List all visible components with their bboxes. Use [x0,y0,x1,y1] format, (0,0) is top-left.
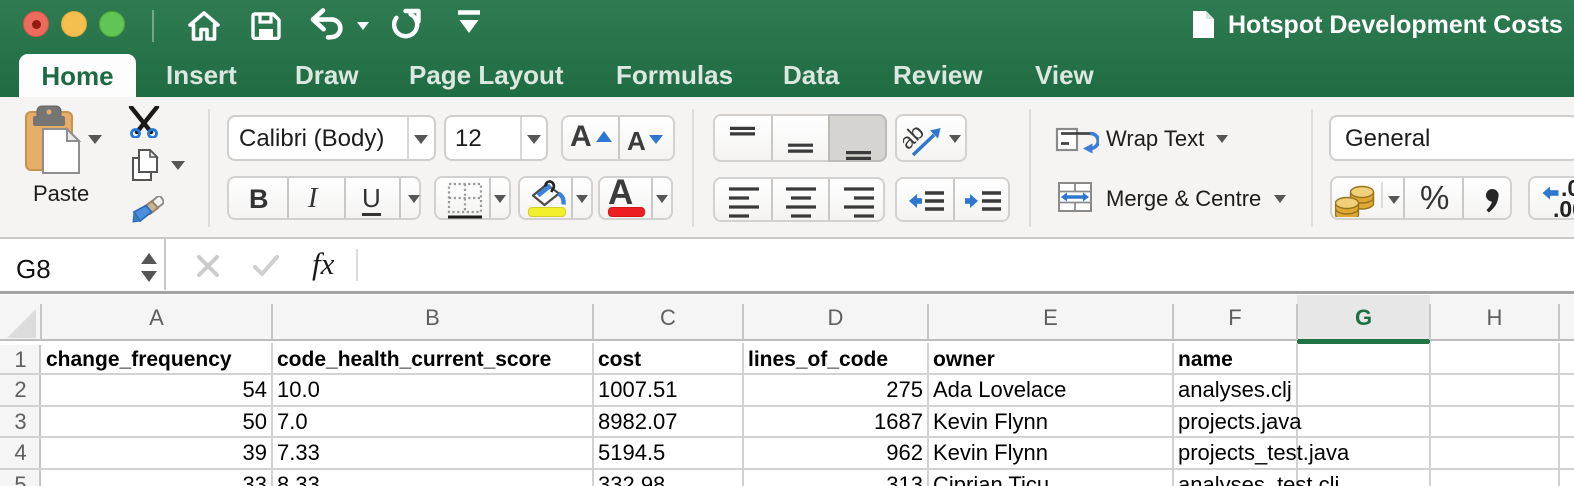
svg-text:ab: ab [903,120,929,154]
